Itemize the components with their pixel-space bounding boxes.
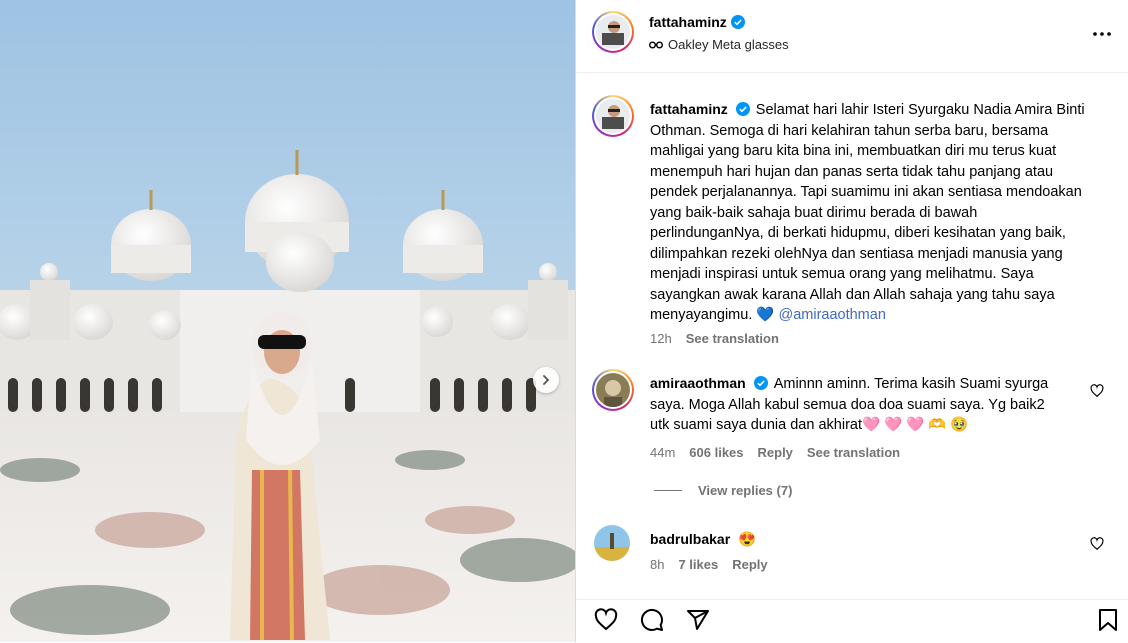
comment-meta: 44m 606 likes Reply See translation (650, 445, 900, 460)
comment-author-avatar[interactable] (594, 525, 630, 561)
next-photo-button[interactable] (533, 367, 559, 393)
avatar-image (596, 373, 630, 407)
post-header: fattahaminz Oakley Meta glasses (576, 0, 1128, 73)
chevron-right-icon (543, 375, 550, 385)
author-username[interactable]: fattahaminz (649, 14, 727, 30)
post-details-panel: fattahaminz Oakley Meta glasses fattaham… (575, 0, 1128, 642)
caption-author[interactable]: fattahaminz (650, 101, 728, 117)
reply-button[interactable]: Reply (732, 557, 767, 572)
view-replies-label: View replies (7) (698, 483, 793, 498)
comment-body: 😍 (738, 532, 757, 548)
avatar-image (594, 525, 630, 561)
reply-button[interactable]: Reply (758, 445, 793, 460)
heart-icon (594, 608, 618, 631)
caption-meta: 12h See translation (650, 331, 779, 346)
comments-section: fattahaminz Selamat hari lahir Isteri Syu… (576, 73, 1128, 599)
blue-heart-emoji: 💙 (756, 307, 775, 323)
caption-text: fattahaminz Selamat hari lahir Isteri Syu… (650, 99, 1090, 326)
comment-text: amiraaothman Aminnn aminn. Terima kasih S… (650, 373, 1055, 436)
comment-author[interactable]: amiraaothman (650, 375, 746, 391)
verified-icon (730, 15, 745, 29)
mention-link[interactable]: @amiraaothman (778, 307, 885, 323)
replies-divider (654, 490, 682, 491)
more-options-button[interactable] (1090, 22, 1114, 46)
like-comment-heart-icon[interactable] (1090, 384, 1104, 398)
post-actions (576, 599, 1128, 643)
save-button[interactable] (1094, 606, 1122, 634)
comment-author[interactable]: badrulbakar (650, 531, 730, 547)
caption-body: Selamat hari lahir Isteri Syurgaku Nadia… (650, 102, 1085, 323)
share-icon (687, 610, 709, 630)
comment-author-avatar[interactable] (592, 369, 634, 411)
like-comment-heart-icon[interactable] (1090, 537, 1104, 551)
comment-meta: 8h 7 likes Reply (650, 557, 768, 572)
avatar-image (596, 15, 630, 49)
post-subtitle[interactable]: Oakley Meta glasses (668, 37, 789, 52)
see-translation-button[interactable]: See translation (807, 445, 900, 460)
author-avatar[interactable] (592, 11, 634, 53)
comment-button[interactable] (638, 606, 666, 634)
verified-icon (735, 102, 750, 116)
share-button[interactable] (684, 606, 712, 634)
bookmark-icon (1099, 609, 1117, 631)
caption-time[interactable]: 12h (650, 331, 672, 346)
comment-time[interactable]: 8h (650, 557, 664, 572)
post-photo[interactable] (0, 0, 575, 642)
like-button[interactable] (592, 606, 620, 634)
verified-icon (753, 376, 768, 390)
avatar-image (596, 99, 630, 133)
see-translation-button[interactable]: See translation (686, 331, 779, 346)
comment-likes[interactable]: 606 likes (689, 445, 743, 460)
comment-icon (640, 608, 663, 631)
post-view: fattahaminz Oakley Meta glasses fattaham… (0, 0, 1128, 642)
comment-likes[interactable]: 7 likes (678, 557, 718, 572)
comment-text: badrulbakar 😍 (650, 529, 1055, 551)
comment-time[interactable]: 44m (650, 445, 675, 460)
glasses-icon (649, 41, 663, 48)
caption-author-avatar[interactable] (592, 95, 634, 137)
view-replies-button[interactable]: View replies (7) (654, 483, 792, 498)
mosque-photo (0, 0, 575, 642)
more-icon (1093, 32, 1111, 36)
